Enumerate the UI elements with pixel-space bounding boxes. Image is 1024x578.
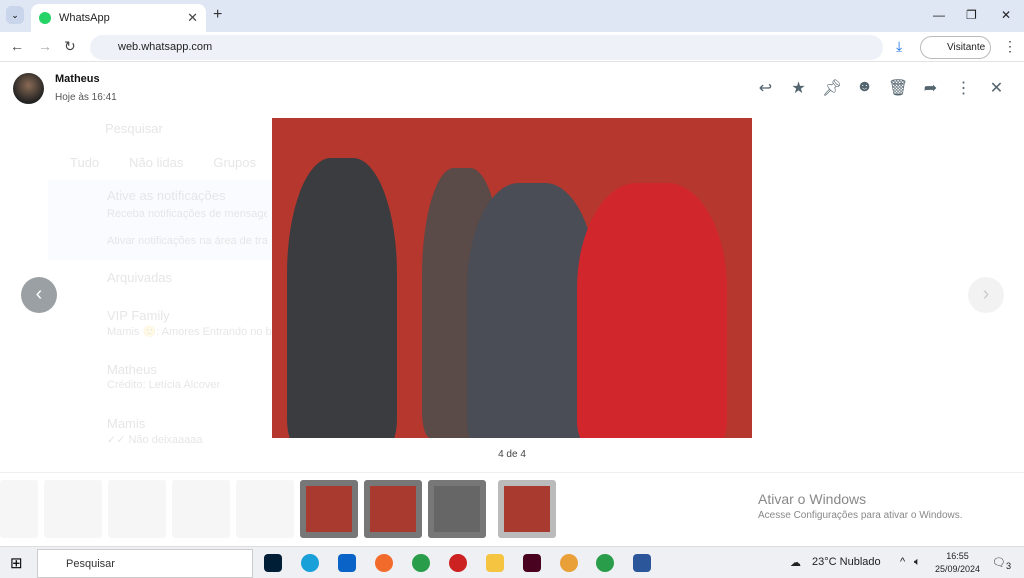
activation-title: Ativar o Windows [758,491,867,507]
bg-notif-link: Ativar notificações na área de trabalho [107,235,267,247]
app-icon[interactable] [449,554,467,572]
download-icon[interactable]: ⤓ [896,38,902,55]
bg-notif-text: Receba notificações de mensagens novas n… [107,208,267,220]
close-icon[interactable]: ✕ [987,78,1006,98]
bg-chat-name: Matheus [107,362,157,377]
tray-chevron-icon[interactable]: ^ [900,556,905,568]
weather-text[interactable]: 23°C Nublado [812,556,881,568]
notification-count: 3 [1005,561,1012,572]
thumbnail-selected[interactable] [498,480,556,538]
thumbnail[interactable] [0,480,38,538]
weather-icon: ☁ [790,557,801,569]
media-counter: 4 de 4 [498,449,526,460]
outlook-icon[interactable] [338,554,356,572]
file-explorer-icon[interactable] [486,554,504,572]
url-input[interactable]: web.whatsapp.com [90,35,883,60]
windows-start-icon[interactable]: ⊞ [10,554,23,572]
pin-icon[interactable]: 📌︎ [822,78,842,98]
photo [272,118,752,438]
message-time: Hoje às 16:41 [55,92,117,103]
thumbnail[interactable] [44,480,102,538]
bg-archived: Arquivadas [107,270,173,285]
whatsapp-icon [39,12,51,24]
chrome-profile-icon[interactable] [560,554,578,572]
more-icon[interactable]: ⋮ [954,78,973,98]
windows-activation-watermark: Ativar o Windows Acesse Configurações pa… [758,491,963,521]
sender-avatar[interactable] [13,73,44,104]
back-button[interactable]: ← [10,38,24,54]
thumbnail[interactable] [300,480,358,538]
taskbar-search[interactable]: Pesquisar [37,549,253,578]
previous-media-button[interactable]: ‹ [21,277,57,313]
close-tab-icon[interactable]: ✕ [187,10,198,26]
forward-icon[interactable]: ➦ [921,78,940,98]
emoji-icon[interactable]: ☻ [855,78,874,98]
bg-chat-name: Mamis [107,416,146,431]
edge-icon[interactable] [301,554,319,572]
bg-chat-preview: Mamis 🙂: Amores Entrando no ba [107,326,272,338]
minimize-button[interactable]: — [933,8,945,22]
taskbar-search-label: Pesquisar [66,558,115,570]
star-icon[interactable]: ★ [789,78,808,98]
chrome-active-icon[interactable] [596,554,614,572]
profile-button[interactable]: Visitante [920,36,991,59]
reload-button[interactable]: ↻ [64,38,76,55]
chrome-icon[interactable] [412,554,430,572]
tab-whatsapp[interactable]: WhatsApp ✕ [31,4,206,32]
url-text: web.whatsapp.com [118,41,213,53]
bg-filter: Não lidas [129,155,184,170]
thumbnail[interactable] [108,480,166,538]
reply-icon[interactable]: ↩ [756,78,775,98]
photoshop-icon[interactable] [264,554,282,572]
next-media-button[interactable]: › [968,277,1004,313]
date: 25/09/2024 [934,564,980,574]
indesign-icon[interactable] [523,554,541,572]
firefox-icon[interactable] [375,554,393,572]
restore-button[interactable]: ❐ [966,8,977,22]
volume-icon[interactable]: 🔈︎ [914,556,921,569]
bg-notif-title: Ative as notificações [107,188,226,203]
sender-name: Matheus [55,73,100,85]
thumbnail[interactable] [236,480,294,538]
bg-filter: Grupos [213,155,256,170]
word-icon[interactable] [633,554,651,572]
address-bar-row: ← → ↻ web.whatsapp.com ⤓ Visitante ⋮ [0,32,1024,62]
viewer-toolbar: ↩ ★ 📌︎ ☻ 🗑︎ ➦ ⋮ ✕ [756,78,1006,98]
bg-filter: Tudo [70,155,100,170]
media-viewer: Pesquisar Tudo Não lidas Grupos Ative as… [0,63,1024,546]
tab-search-button[interactable]: ⌄ [6,6,24,24]
profile-label: Visitante [947,42,986,53]
delete-icon[interactable]: 🗑︎ [888,78,908,98]
new-tab-button[interactable]: + [213,6,222,24]
bg-chat-preview: ✓✓ Não deixaaaaa [107,434,203,446]
taskbar: ⊞ Pesquisar ☁ 23°C Nublado ^ 🔈︎ 16:55 25/… [0,546,1024,578]
forward-button[interactable]: → [38,38,52,54]
clock[interactable]: 16:55 25/09/2024 [935,550,980,576]
browser-menu-icon[interactable]: ⋮ [1003,38,1017,55]
bg-chat-name: VIP Family [107,308,170,323]
time: 16:55 [946,551,969,561]
bg-chat-preview: Crédito: Letícia Alcover [107,379,221,391]
notifications-icon[interactable]: 🗨︎3 [992,556,1011,571]
thumbnail[interactable] [428,480,486,538]
close-window-button[interactable]: ✕ [1001,8,1011,22]
bg-search: Pesquisar [105,121,163,136]
thumbnail[interactable] [172,480,230,538]
activation-subtitle: Acesse Configurações para ativar o Windo… [758,510,963,521]
thumbnail[interactable] [364,480,422,538]
tab-title: WhatsApp [59,12,110,24]
browser-tab-bar: ⌄ WhatsApp ✕ + — ❐ ✕ [0,0,1024,32]
